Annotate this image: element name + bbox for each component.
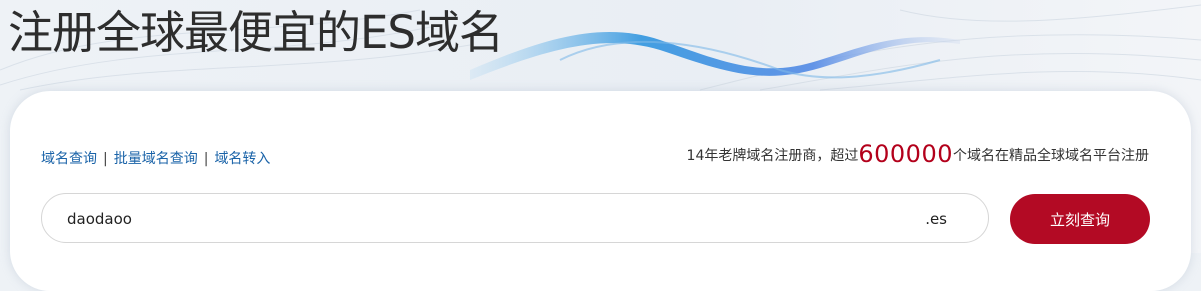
- search-card: [10, 91, 1191, 291]
- link-bulk-domain-query[interactable]: 批量域名查询: [114, 151, 198, 167]
- registrar-slogan: 14年老牌域名注册商，超过600000个域名在精品全球域名平台注册: [687, 140, 1149, 168]
- slogan-suffix: 个域名在精品全球域名平台注册: [953, 148, 1149, 164]
- domain-count: 600000: [858, 140, 953, 168]
- link-separator: |: [203, 151, 209, 167]
- query-now-button[interactable]: 立刻查询: [1010, 194, 1150, 244]
- link-separator: |: [103, 151, 108, 167]
- domain-search-input[interactable]: [67, 206, 887, 232]
- domain-search-box: .es: [41, 193, 989, 243]
- tld-suffix: .es: [925, 210, 947, 228]
- search-type-links: 域名查询 | 批量域名查询 | 域名转入: [41, 148, 270, 168]
- slogan-prefix: 14年老牌域名注册商，超过: [686, 148, 859, 164]
- page-title: 注册全球最便宜的ES域名: [8, 6, 504, 59]
- link-domain-query[interactable]: 域名查询: [41, 151, 97, 167]
- link-domain-transfer[interactable]: 域名转入: [214, 151, 270, 167]
